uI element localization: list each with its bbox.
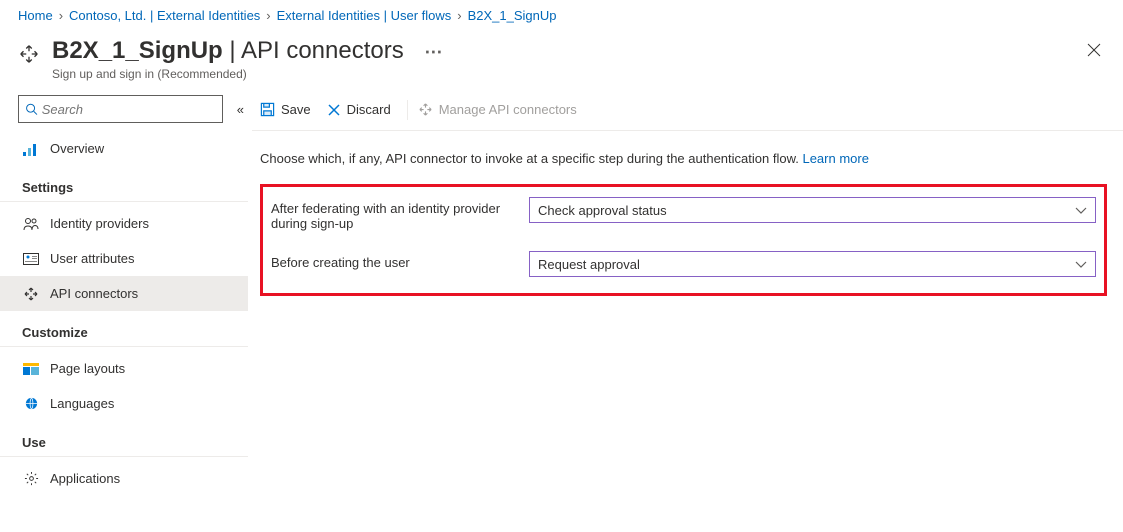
- main-content: Save Discard Manage API connectors Choos…: [252, 95, 1123, 532]
- learn-more-link[interactable]: Learn more: [802, 151, 868, 166]
- form-row-after-federating: After federating with an identity provid…: [271, 197, 1096, 231]
- sidebar-item-label: Languages: [50, 396, 114, 411]
- save-button[interactable]: Save: [260, 102, 311, 117]
- users-icon: [22, 216, 40, 232]
- globe-icon: [22, 396, 40, 412]
- sidebar-item-label: Applications: [50, 471, 120, 486]
- connector-icon: [22, 286, 40, 302]
- search-input[interactable]: [18, 95, 223, 123]
- page-title: B2X_1_SignUp | API connectors ⋯: [52, 37, 1087, 65]
- select-value: Request approval: [538, 257, 640, 272]
- breadcrumb-home[interactable]: Home: [18, 8, 53, 23]
- breadcrumb: Home › Contoso, Ltd. | External Identiti…: [0, 0, 1123, 27]
- user-card-icon: [22, 251, 40, 267]
- sidebar-item-label: Identity providers: [50, 216, 149, 231]
- before-creating-select[interactable]: Request approval: [529, 251, 1096, 277]
- more-button[interactable]: ⋯: [424, 42, 442, 62]
- field-label: Before creating the user: [271, 251, 529, 270]
- overview-icon: [22, 141, 40, 157]
- sidebar-item-overview[interactable]: Overview: [0, 131, 248, 166]
- page-header: B2X_1_SignUp | API connectors ⋯ Sign up …: [0, 27, 1123, 95]
- chevron-right-icon: ›: [266, 8, 270, 23]
- gear-icon: [22, 471, 40, 487]
- sidebar-item-page-layouts[interactable]: Page layouts: [0, 351, 248, 386]
- sidebar-item-label: Overview: [50, 141, 104, 156]
- toolbar: Save Discard Manage API connectors: [252, 95, 1123, 131]
- connector-icon: [418, 102, 433, 117]
- sidebar-item-applications[interactable]: Applications: [0, 461, 248, 496]
- chevron-right-icon: ›: [457, 8, 461, 23]
- sidebar-heading-use: Use: [18, 435, 248, 450]
- sidebar-heading-settings: Settings: [18, 180, 248, 195]
- breadcrumb-userflows[interactable]: External Identities | User flows: [277, 8, 452, 23]
- page-subtitle: Sign up and sign in (Recommended): [52, 67, 1087, 81]
- highlighted-region: After federating with an identity provid…: [260, 184, 1107, 296]
- sidebar-item-label: API connectors: [50, 286, 138, 301]
- sidebar-item-user-attributes[interactable]: User attributes: [0, 241, 248, 276]
- collapse-sidebar-button[interactable]: «: [233, 98, 248, 121]
- sidebar-item-identity-providers[interactable]: Identity providers: [0, 206, 248, 241]
- chevron-down-icon: [1075, 203, 1087, 218]
- sidebar-item-languages[interactable]: Languages: [0, 386, 248, 421]
- close-button[interactable]: [1087, 41, 1101, 62]
- discard-icon: [327, 103, 341, 117]
- breadcrumb-current[interactable]: B2X_1_SignUp: [468, 8, 557, 23]
- manage-connectors-button[interactable]: Manage API connectors: [418, 102, 577, 117]
- sidebar-item-label: User attributes: [50, 251, 135, 266]
- select-value: Check approval status: [538, 203, 667, 218]
- sidebar-item-label: Page layouts: [50, 361, 125, 376]
- chevron-down-icon: [1075, 257, 1087, 272]
- sidebar-heading-customize: Customize: [18, 325, 248, 340]
- chevron-right-icon: ›: [59, 8, 63, 23]
- field-label: After federating with an identity provid…: [271, 197, 529, 231]
- intro-text: Choose which, if any, API connector to i…: [260, 151, 1107, 166]
- layout-icon: [22, 361, 40, 377]
- after-federating-select[interactable]: Check approval status: [529, 197, 1096, 223]
- move-arrows-icon: [18, 43, 40, 68]
- sidebar: « Overview Settings Identity providers U…: [0, 95, 252, 532]
- sidebar-item-api-connectors[interactable]: API connectors: [0, 276, 248, 311]
- save-icon: [260, 102, 275, 117]
- discard-button[interactable]: Discard: [327, 102, 391, 117]
- breadcrumb-tenant[interactable]: Contoso, Ltd. | External Identities: [69, 8, 260, 23]
- search-icon: [25, 102, 38, 116]
- form-row-before-creating: Before creating the user Request approva…: [271, 251, 1096, 277]
